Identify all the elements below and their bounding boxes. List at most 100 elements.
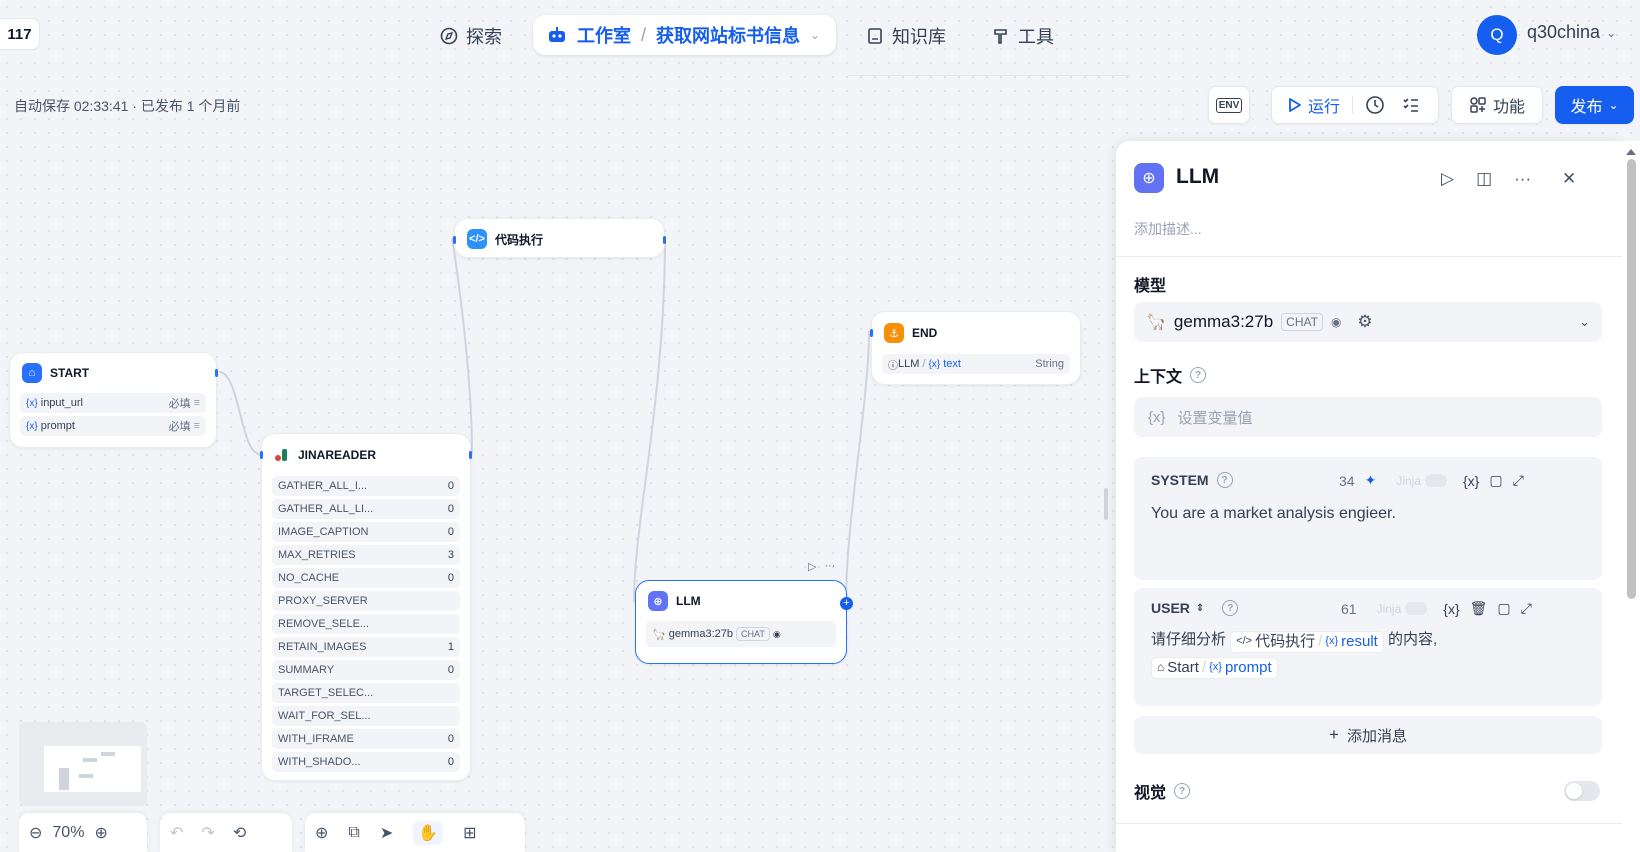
zoom-in-icon[interactable]: ⊕ [94,823,107,843]
context-variable-input[interactable]: {x} 设置变量值 [1134,397,1602,437]
node-handle-in[interactable] [870,329,873,337]
help-icon[interactable]: ? [1216,472,1233,488]
node-handle-out[interactable] [663,236,666,244]
jinja-toggle[interactable] [1405,602,1428,615]
avatar[interactable]: Q [1477,15,1517,55]
node-handle-in[interactable] [453,236,456,244]
history-icon[interactable] [1365,95,1385,115]
ai-generate-icon[interactable]: ✦ [1365,472,1377,489]
system-prompt-text[interactable]: You are a market analysis engieer. [1151,505,1396,523]
ollama-icon: 🦙 [652,628,666,641]
user-prompt-box: USER ⇕ ? 61 Jinja {x} 🗑 ▢ ⤢ 请仔细分析 </> 代码… [1134,588,1602,706]
env-button[interactable]: ENV [1208,86,1250,124]
system-prompt-box: SYSTEM ? 34 ✦ Jinja {x} ▢ ⤢ You are a ma… [1134,457,1602,580]
node-start[interactable]: ⌂ START {x} input_url 必填 ≡ {x} prompt 必填… [9,352,218,448]
expand-icon[interactable]: ⤢ [1513,472,1524,489]
node-end[interactable]: ⚓ END ⓘ LLM / {x} text String [870,311,1081,385]
jina-param-value: 0 [447,480,454,492]
model-params-icon[interactable]: ⚙ [1357,312,1372,332]
zoom-controls: ⊖ 70% ⊕ [19,813,147,852]
run-button[interactable]: 运行 [1288,93,1340,117]
pointer-icon[interactable]: ➤ [380,823,393,843]
chevron-down-icon: ⌄ [1606,25,1617,40]
node-code[interactable]: </> 代码执行 [453,218,666,258]
minimap[interactable] [19,722,147,806]
publish-label: 发布 [1570,99,1603,116]
jina-param-row: IMAGE_CAPTION 0 [272,522,460,542]
user-token-count: 61 [1341,600,1357,617]
jinja-toggle[interactable] [1425,474,1447,487]
jina-param-row: GATHER_ALL_LI... 0 [272,499,460,519]
start-var-row: {x} prompt 必填 ≡ [20,416,206,436]
run-node-icon[interactable]: ▷ [808,560,816,573]
jina-param-name: SUMMARY [278,664,335,676]
features-button[interactable]: 功能 [1451,86,1543,124]
help-icon[interactable]: ? [1190,367,1207,383]
expand-icon[interactable]: ⤢ [1521,600,1532,617]
insert-variable-icon[interactable]: {x} [1463,473,1479,489]
node-handle-in[interactable] [260,451,263,459]
jina-param-name: MAX_RETRIES [278,549,356,561]
copy-icon[interactable]: ▢ [1489,472,1502,489]
checklist-icon[interactable] [1401,95,1421,115]
redo-icon[interactable]: ↷ [201,823,214,843]
node-handle-out[interactable] [215,369,218,377]
node-llm-title: LLM [676,594,701,608]
system-tools: 34 ✦ Jinja {x} ▢ ⤢ [1339,472,1524,489]
role-switch-icon[interactable]: ⇕ [1196,603,1204,614]
edge-start-jina [218,371,261,455]
scrollbar-thumb[interactable] [1626,159,1636,599]
context-placeholder: 设置变量值 [1177,409,1253,427]
end-output-type: String [1035,358,1064,370]
jina-param-value: 0 [447,664,454,676]
node-llm[interactable]: ⊕ LLM 🦙 gemma3:27b CHAT ◉ + [635,580,853,664]
panel-header-actions: ▷ ◫ ··· [1441,169,1531,189]
apps-icon [1470,97,1486,113]
start-var-name: input_url [40,397,83,409]
copy-icon[interactable]: ▢ [1497,600,1510,617]
user-header: USER ⇕ ? [1151,600,1239,616]
organize-icon[interactable]: ⊞ [463,823,476,843]
zoom-out-icon[interactable]: ⊖ [29,823,42,843]
zoom-level[interactable]: 70% [52,824,84,842]
version-history-icon[interactable]: ⟲ [233,823,246,843]
llm-model-mode: CHAT [736,627,770,641]
model-selector[interactable]: 🦙 gemma3:27b CHAT ◉ ⚙ ⌄ [1134,302,1602,342]
vision-toggle[interactable] [1564,781,1600,801]
llm-model-row: 🦙 gemma3:27b CHAT ◉ [646,621,836,647]
more-icon[interactable]: ··· [1514,169,1531,189]
more-icon[interactable]: ··· [824,560,835,573]
variable-icon: {x} [1325,635,1339,647]
undo-icon[interactable]: ↶ [170,823,183,843]
delete-icon[interactable]: 🗑 [1470,600,1488,617]
help-icon[interactable]: ? [1174,783,1191,799]
panel-scrollbar[interactable] [1622,141,1640,852]
hand-icon[interactable]: ✋ [413,821,444,845]
home-icon: ⌂ [1157,660,1165,674]
scroll-up-icon[interactable] [1626,149,1636,155]
node-jinareader[interactable]: JINAREADER GATHER_ALL_I... 0 GATHER_ALL_LI… [260,433,472,781]
node-start-title: START [50,366,90,380]
node-handle-out[interactable] [469,451,472,459]
help-icon[interactable]: ? [1222,600,1239,616]
user-prompt-text[interactable]: 请仔细分析 </> 代码执行 / {x} result 的内容, ⌂ Start… [1151,626,1591,680]
panel-title: LLM [1176,165,1220,188]
panel-resize-handle[interactable] [1104,488,1108,520]
add-note-icon[interactable]: ⧉ [348,824,359,842]
add-message-button[interactable]: + 添加消息 [1134,716,1602,754]
start-var-required: 必填 [168,421,191,433]
run-step-icon[interactable]: ▷ [1441,169,1454,189]
add-node-icon[interactable]: ⊕ [315,823,328,843]
description-input[interactable]: 添加描述... [1134,219,1202,239]
end-flag-icon: ⚓ [884,323,904,343]
publish-button[interactable]: 发布 ⌄ [1555,86,1634,124]
add-next-node-icon[interactable]: + [840,597,853,610]
close-icon[interactable]: ✕ [1562,169,1576,189]
help-docs-icon[interactable]: ◫ [1476,169,1492,189]
user-menu[interactable]: q30china ⌄ [1527,22,1616,43]
variable-reference: </> 代码执行 / {x} result [1230,630,1384,653]
insert-variable-icon[interactable]: {x} [1443,601,1459,617]
system-header: SYSTEM ? [1151,472,1233,488]
llm-small-icon: ⓘ [888,360,898,372]
jina-param-row: REMOVE_SELE... [272,614,460,634]
